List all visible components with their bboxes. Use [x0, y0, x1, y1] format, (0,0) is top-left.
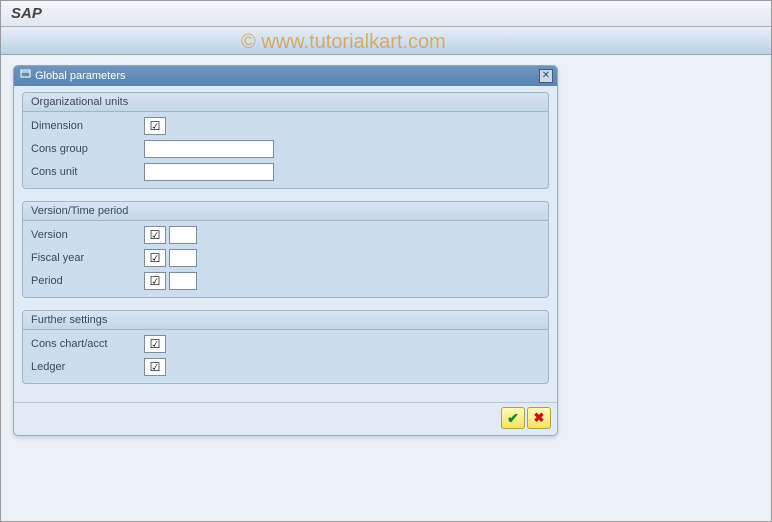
app-toolbar	[1, 27, 771, 55]
version-extra-field[interactable]	[169, 226, 197, 244]
dimension-checkbox[interactable]: ☑	[144, 117, 166, 135]
label-fiscal-year: Fiscal year	[29, 252, 144, 264]
group-header-organizational-units: Organizational units	[23, 93, 548, 112]
global-parameters-dialog: Global parameters ✕ Organizational units…	[13, 65, 558, 436]
row-cons-chart: Cons chart/acct ☑	[29, 333, 542, 355]
check-icon: ☑	[150, 252, 161, 264]
row-dimension: Dimension ☑	[29, 115, 542, 137]
check-icon: ☑	[150, 361, 161, 373]
window-icon	[20, 66, 31, 86]
dialog-titlebar: Global parameters ✕	[14, 66, 557, 86]
label-ledger: Ledger	[29, 361, 144, 373]
cancel-icon: ✖	[534, 410, 545, 426]
dialog-body: Organizational units Dimension ☑ Cons gr…	[14, 86, 557, 402]
label-cons-chart: Cons chart/acct	[29, 338, 144, 350]
fiscal-year-checkbox[interactable]: ☑	[144, 249, 166, 267]
version-checkbox[interactable]: ☑	[144, 226, 166, 244]
ok-icon: ✔	[507, 410, 519, 427]
ok-button[interactable]: ✔	[501, 407, 525, 429]
row-ledger: Ledger ☑	[29, 356, 542, 378]
row-cons-group: Cons group	[29, 138, 542, 160]
check-icon: ☑	[150, 229, 161, 241]
row-version: Version ☑	[29, 224, 542, 246]
group-header-further-settings: Further settings	[23, 311, 548, 330]
ledger-checkbox[interactable]: ☑	[144, 358, 166, 376]
cons-chart-checkbox[interactable]: ☑	[144, 335, 166, 353]
cons-unit-input[interactable]	[144, 163, 274, 181]
period-extra-field[interactable]	[169, 272, 197, 290]
cons-group-input[interactable]	[144, 140, 274, 158]
check-icon: ☑	[150, 275, 161, 287]
group-version-time: Version/Time period Version ☑ Fiscal yea…	[22, 201, 549, 298]
check-icon: ☑	[150, 338, 161, 350]
row-period: Period ☑	[29, 270, 542, 292]
cancel-button[interactable]: ✖	[527, 407, 551, 429]
group-organizational-units: Organizational units Dimension ☑ Cons gr…	[22, 92, 549, 189]
fiscal-year-extra-field[interactable]	[169, 249, 197, 267]
row-fiscal-year: Fiscal year ☑	[29, 247, 542, 269]
check-icon: ☑	[150, 120, 161, 132]
close-icon: ✕	[542, 70, 550, 81]
dialog-title: Global parameters	[35, 66, 126, 86]
close-button[interactable]: ✕	[539, 69, 553, 83]
label-period: Period	[29, 275, 144, 287]
label-version: Version	[29, 229, 144, 241]
label-cons-unit: Cons unit	[29, 166, 144, 178]
row-cons-unit: Cons unit	[29, 161, 542, 183]
group-further-settings: Further settings Cons chart/acct ☑ Ledge…	[22, 310, 549, 384]
period-checkbox[interactable]: ☑	[144, 272, 166, 290]
group-header-version-time: Version/Time period	[23, 202, 548, 221]
content-area: Global parameters ✕ Organizational units…	[1, 55, 771, 521]
dialog-footer: ✔ ✖	[14, 402, 557, 435]
app-title: SAP	[11, 5, 42, 22]
label-cons-group: Cons group	[29, 143, 144, 155]
app-title-bar: SAP	[1, 1, 771, 27]
label-dimension: Dimension	[29, 120, 144, 132]
